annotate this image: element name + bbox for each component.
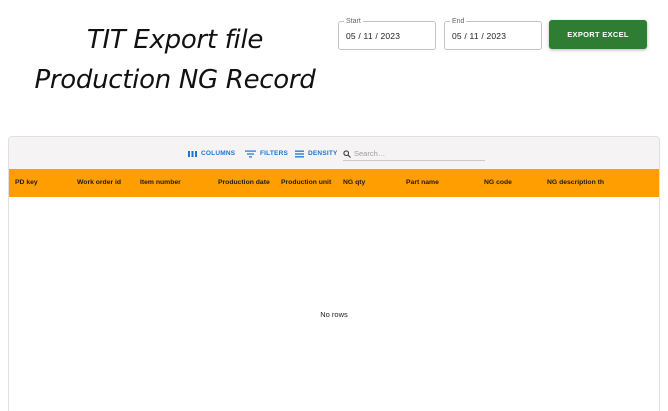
start-date-label: Start xyxy=(344,17,363,26)
export-page: TIT Export file Production NG Record Sta… xyxy=(0,0,668,411)
column-header-ng-code[interactable]: NG code xyxy=(484,179,512,186)
column-header-work-order-id[interactable]: Work order id xyxy=(77,179,121,186)
column-header-ng-qty[interactable]: NG qty xyxy=(343,179,365,186)
start-date-field[interactable]: Start 05 / 11 / 2023 xyxy=(338,17,436,50)
data-grid: COLUMNS FILTERS DENSITY Search… PD key W… xyxy=(8,136,660,411)
filters-label: FILTERS xyxy=(260,150,288,157)
columns-button[interactable]: COLUMNS xyxy=(188,148,235,159)
column-header-pd-key[interactable]: PD key xyxy=(15,179,38,186)
column-header-item-number[interactable]: Item number xyxy=(140,179,181,186)
density-icon xyxy=(295,150,304,157)
column-header-production-unit[interactable]: Production unit xyxy=(281,179,331,186)
density-button[interactable]: DENSITY xyxy=(295,148,338,159)
columns-label: COLUMNS xyxy=(201,150,236,157)
start-date-value[interactable]: 05 / 11 / 2023 xyxy=(346,31,400,42)
end-date-value[interactable]: 05 / 11 / 2023 xyxy=(452,31,506,42)
table-header: PD key Work order id Item number Product… xyxy=(9,169,659,197)
search-field[interactable]: Search… xyxy=(343,147,485,161)
page-title: TIT Export file Production NG Record xyxy=(20,20,330,100)
page-title-line-1: TIT Export file xyxy=(86,25,264,55)
density-label: DENSITY xyxy=(308,150,338,157)
search-input[interactable]: Search… xyxy=(354,149,385,158)
columns-icon xyxy=(188,150,197,157)
filters-button[interactable]: FILTERS xyxy=(245,148,288,159)
filter-icon xyxy=(245,150,256,157)
search-icon xyxy=(343,149,351,158)
column-header-production-date[interactable]: Production date xyxy=(218,179,270,186)
export-excel-button[interactable]: EXPORT EXCEL xyxy=(549,20,647,49)
end-date-label: End xyxy=(450,17,467,26)
grid-toolbar: COLUMNS FILTERS DENSITY Search… xyxy=(9,137,659,169)
end-date-field[interactable]: End 05 / 11 / 2023 xyxy=(444,17,542,50)
page-title-line-2: Production NG Record xyxy=(34,65,316,95)
column-header-part-name[interactable]: Part name xyxy=(406,179,439,186)
empty-message: No rows xyxy=(320,310,348,319)
column-header-ng-description-th[interactable]: NG description th xyxy=(547,179,604,186)
